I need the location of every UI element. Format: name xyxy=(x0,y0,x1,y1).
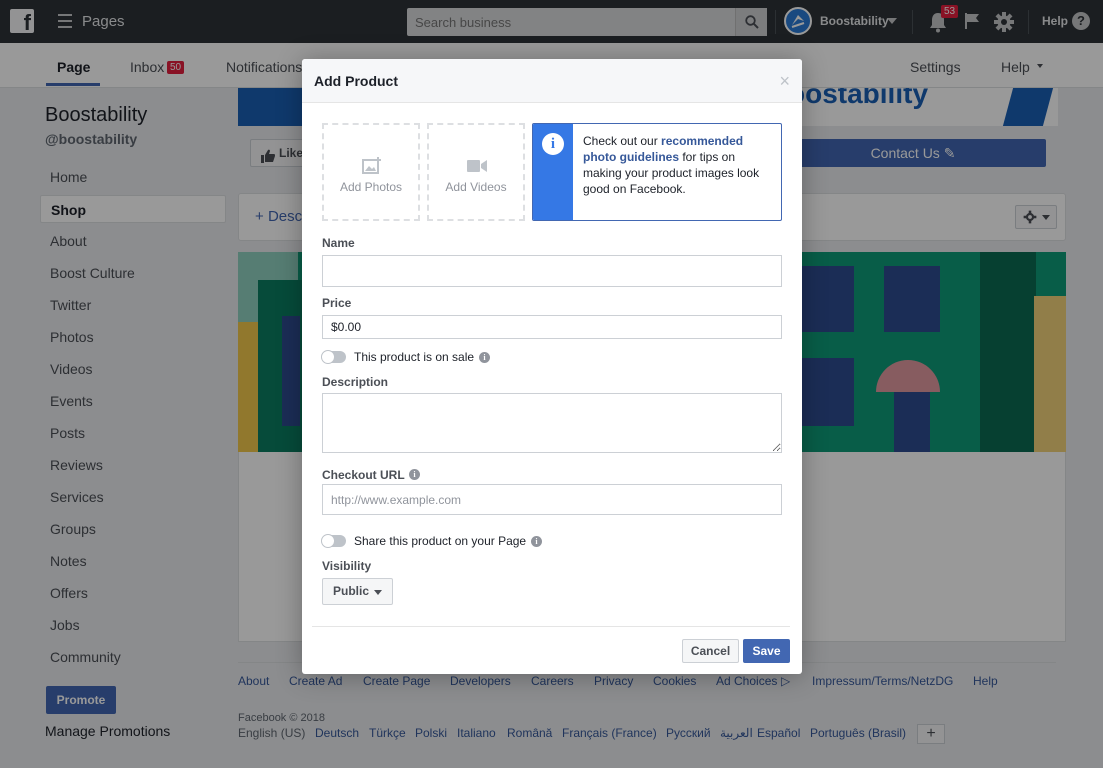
visibility-value: Public xyxy=(333,584,370,598)
dialog-header: Add Product × xyxy=(302,59,802,103)
toggle-knob xyxy=(321,350,335,364)
share-on-page-label: Share this product on your Page xyxy=(354,534,527,548)
on-sale-label: This product is on sale xyxy=(354,350,475,364)
visibility-label: Visibility xyxy=(322,559,372,573)
checkout-url-label: Checkout URL xyxy=(322,468,405,482)
add-videos-label: Add Videos xyxy=(445,180,507,194)
toggle-knob xyxy=(321,534,335,548)
info-icon[interactable]: i xyxy=(531,536,542,547)
price-input[interactable] xyxy=(322,315,782,339)
description-textarea[interactable] xyxy=(322,393,782,453)
dialog-title: Add Product xyxy=(314,73,398,89)
product-name-input[interactable] xyxy=(322,255,782,287)
checkout-url-input[interactable] xyxy=(322,484,782,515)
info-bar: i xyxy=(533,124,573,220)
visibility-dropdown[interactable]: Public xyxy=(322,578,393,605)
add-photos-label: Add Photos xyxy=(339,180,403,194)
add-videos-button[interactable]: Add Videos xyxy=(427,123,525,221)
tip-text: Check out our recommended photo guidelin… xyxy=(583,133,773,197)
add-photo-icon xyxy=(362,157,381,174)
description-label: Description xyxy=(322,375,389,389)
on-sale-toggle[interactable] xyxy=(321,350,346,364)
add-product-dialog: Add Product × Add Photos Add Videos i Ch… xyxy=(302,59,802,674)
name-label: Name xyxy=(322,236,355,250)
info-icon[interactable]: i xyxy=(479,352,490,363)
close-icon[interactable]: × xyxy=(779,71,790,92)
chevron-down-icon xyxy=(374,590,382,595)
dialog-footer-divider xyxy=(312,626,790,627)
info-icon[interactable]: i xyxy=(409,469,420,480)
tip-prefix: Check out our xyxy=(583,134,662,148)
add-photos-button[interactable]: Add Photos xyxy=(322,123,420,221)
share-on-page-toggle[interactable] xyxy=(321,534,346,548)
video-camera-icon xyxy=(467,160,487,172)
photo-guidelines-tip: i Check out our recommended photo guidel… xyxy=(532,123,782,221)
price-label: Price xyxy=(322,296,352,310)
cancel-button[interactable]: Cancel xyxy=(682,639,739,663)
info-icon: i xyxy=(542,133,564,155)
save-button[interactable]: Save xyxy=(743,639,790,663)
